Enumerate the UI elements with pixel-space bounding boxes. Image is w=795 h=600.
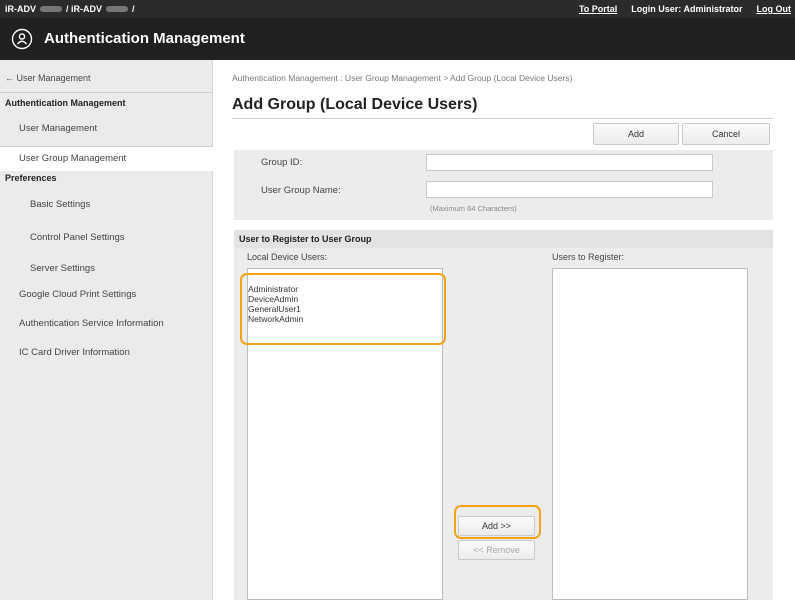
sidebar-item-basic-settings[interactable]: Basic Settings	[30, 199, 90, 210]
user-group-name-field[interactable]	[426, 181, 713, 198]
device-suffix: /	[132, 4, 135, 14]
register-section-heading: User to Register to User Group	[234, 230, 773, 248]
sidebar-item-server-settings[interactable]: Server Settings	[30, 263, 95, 274]
page-title: Add Group (Local Device Users)	[232, 96, 478, 113]
redacted-serial	[40, 6, 62, 12]
group-id-field[interactable]	[426, 154, 713, 171]
divider	[0, 92, 213, 93]
page-header-title: Authentication Management	[44, 30, 245, 47]
highlight-add-button	[454, 505, 541, 539]
divider	[232, 118, 773, 119]
header: Authentication Management	[0, 18, 795, 60]
login-user-value: Administrator	[683, 4, 743, 14]
device-prefix: iR-ADV	[5, 4, 36, 14]
group-form: Group ID: User Group Name: (Maximum 64 C…	[234, 150, 773, 220]
logout-link[interactable]: Log Out	[757, 4, 792, 14]
sidebar-item-auth-service-info[interactable]: Authentication Service Information	[19, 318, 164, 329]
redacted-serial	[106, 6, 128, 12]
group-id-label: Group ID:	[261, 157, 303, 168]
sidebar-item-control-panel-settings[interactable]: Control Panel Settings	[30, 232, 125, 243]
users-to-register-label: Users to Register:	[552, 252, 625, 262]
back-to-user-management-link[interactable]: ← User Management	[5, 73, 91, 83]
to-portal-link[interactable]: To Portal	[579, 4, 617, 14]
login-user-label: Login User:	[631, 4, 682, 14]
sidebar-item-google-cloud-print[interactable]: Google Cloud Print Settings	[19, 289, 136, 300]
cancel-button[interactable]: Cancel	[682, 123, 770, 145]
device-name: iR-ADV / iR-ADV /	[5, 4, 135, 14]
main-content: Authentication Management : User Group M…	[213, 60, 795, 600]
sidebar-item-ic-card-driver-info[interactable]: IC Card Driver Information	[19, 347, 130, 358]
auth-management-icon	[11, 28, 33, 50]
local-users-label: Local Device Users:	[247, 252, 328, 262]
sidebar-item-user-group-management[interactable]: User Group Management	[0, 147, 213, 171]
sidebar-section-auth: Authentication Management	[5, 98, 126, 108]
users-to-register-listbox[interactable]	[552, 268, 748, 600]
sidebar-section-preferences: Preferences	[5, 173, 57, 183]
highlight-local-users	[240, 273, 446, 345]
top-bar: iR-ADV / iR-ADV / To Portal Login User: …	[0, 0, 795, 18]
user-group-name-label: User Group Name:	[261, 185, 341, 196]
breadcrumb: Authentication Management : User Group M…	[232, 73, 573, 83]
add-button[interactable]: Add	[593, 123, 679, 145]
max-characters-hint: (Maximum 64 Characters)	[430, 204, 517, 213]
sidebar: ← User Management Authentication Managem…	[0, 60, 213, 600]
login-user: Login User: Administrator	[631, 4, 742, 14]
device-mid: / iR-ADV	[66, 4, 102, 14]
sidebar-item-user-management[interactable]: User Management	[19, 123, 97, 134]
remove-users-button[interactable]: << Remove	[458, 540, 535, 560]
